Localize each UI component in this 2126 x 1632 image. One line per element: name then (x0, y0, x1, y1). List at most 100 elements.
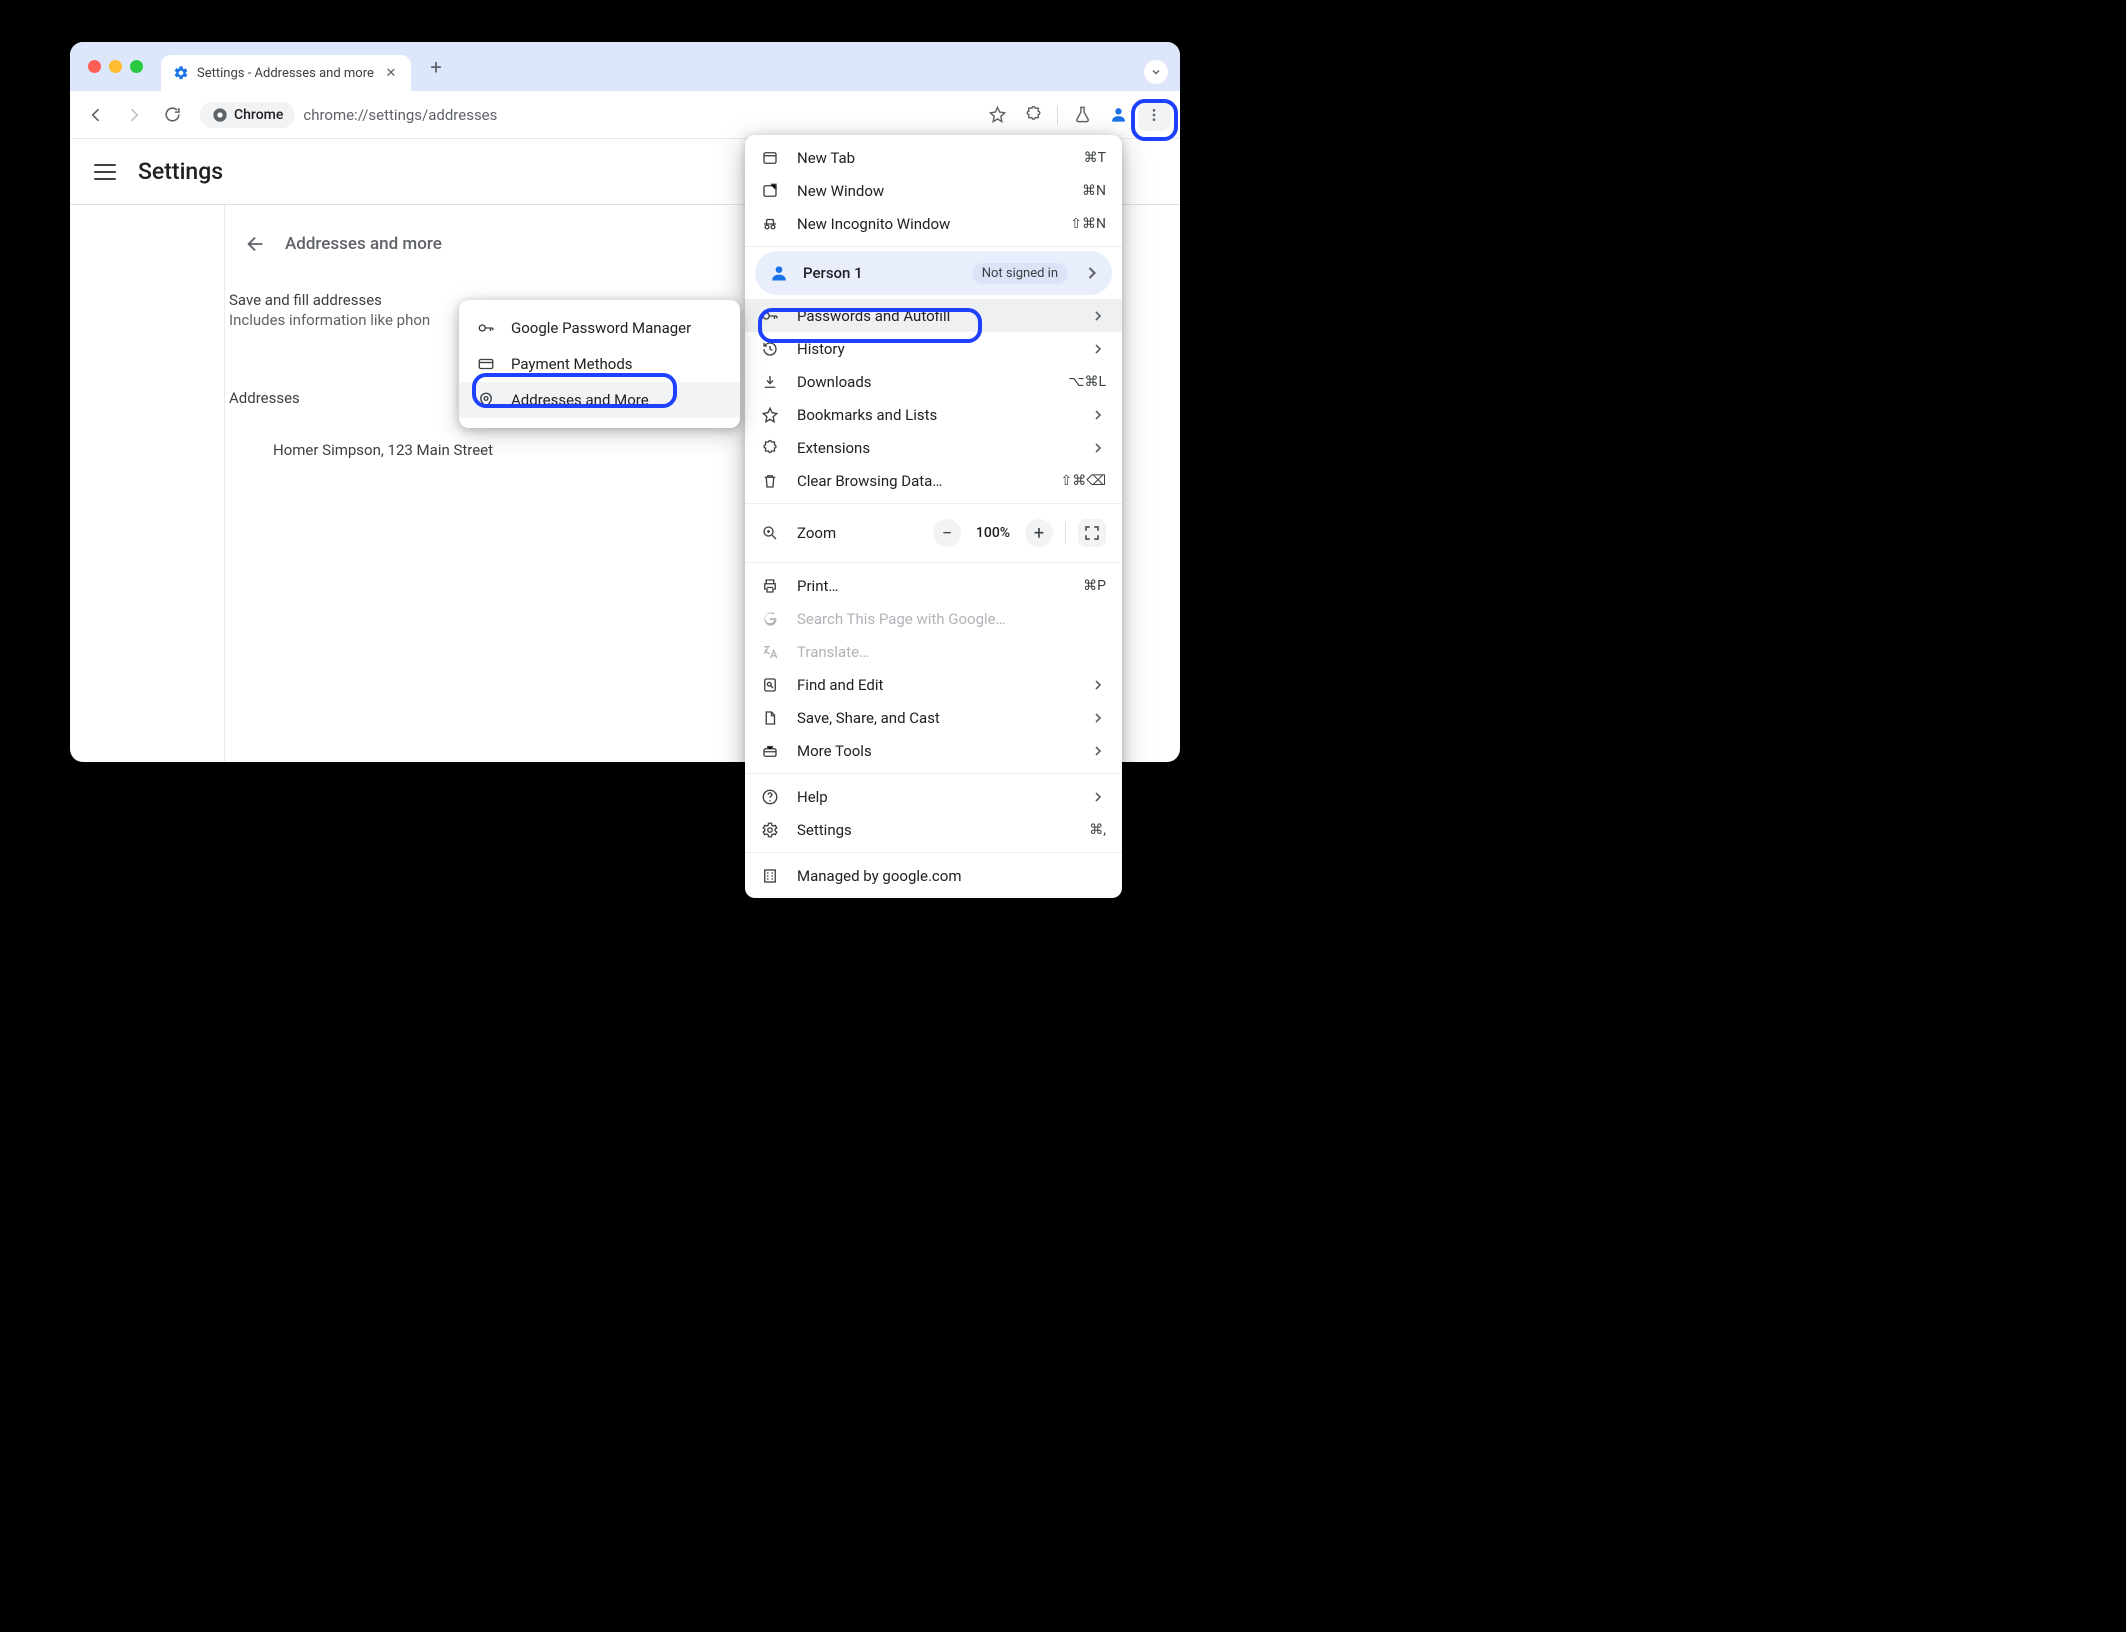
profile-name: Person 1 (803, 264, 958, 282)
star-icon (988, 105, 1007, 124)
arrow-back-icon[interactable] (245, 233, 267, 255)
help-icon (761, 788, 779, 806)
history-icon (761, 340, 779, 358)
gear-icon (761, 821, 779, 839)
chevron-right-icon (1090, 341, 1106, 357)
chevron-right-icon (1090, 677, 1106, 693)
settings-icon (173, 65, 189, 81)
menu-new-incognito[interactable]: New Incognito Window ⇧⌘N (745, 207, 1122, 240)
submenu-payment-methods[interactable]: Payment Methods (459, 346, 740, 382)
menu-help[interactable]: Help (745, 780, 1122, 813)
profile-button[interactable] (1102, 99, 1134, 131)
fullscreen-icon (1083, 524, 1101, 542)
reload-button[interactable] (156, 99, 188, 131)
menu-toggle-button[interactable] (94, 164, 116, 180)
puzzle-icon (1024, 105, 1043, 124)
menu-find-edit[interactable]: Find and Edit (745, 668, 1122, 701)
menu-extensions[interactable]: Extensions (745, 431, 1122, 464)
tab-strip: Settings - Addresses and more ✕ + (70, 42, 1180, 91)
print-icon (761, 577, 779, 595)
arrow-left-icon (86, 105, 106, 125)
menu-bookmarks[interactable]: Bookmarks and Lists (745, 398, 1122, 431)
chevron-right-icon (1082, 263, 1102, 283)
address-bar[interactable]: Chrome chrome://settings/addresses (200, 97, 969, 133)
maximize-window-button[interactable] (130, 60, 143, 73)
bookmark-button[interactable] (981, 99, 1013, 131)
menu-managed[interactable]: Managed by google.com (745, 859, 1122, 892)
zoom-out-button[interactable]: − (933, 519, 961, 547)
menu-settings[interactable]: Settings ⌘, (745, 813, 1122, 846)
passwords-autofill-submenu: Google Password Manager Payment Methods … (459, 300, 740, 428)
labs-button[interactable] (1066, 99, 1098, 131)
download-icon (761, 373, 779, 391)
key-icon (477, 319, 495, 337)
menu-shortcut: ⌘T (1084, 150, 1106, 166)
chevron-down-icon (1150, 66, 1162, 78)
menu-label: Settings (797, 821, 1071, 839)
menu-label: Find and Edit (797, 676, 1072, 694)
menu-label: Managed by google.com (797, 867, 1106, 885)
menu-shortcut: ⇧⌘⌫ (1060, 473, 1106, 489)
menu-zoom: Zoom − 100% + (745, 510, 1122, 556)
file-icon (761, 709, 779, 727)
chevron-right-icon (1090, 789, 1106, 805)
menu-shortcut: ⌘, (1089, 822, 1106, 838)
url-text: chrome://settings/addresses (303, 106, 497, 124)
chevron-right-icon (1090, 440, 1106, 456)
close-tab-button[interactable]: ✕ (383, 65, 399, 81)
submenu-label: Addresses and More (511, 391, 649, 409)
separator (1065, 522, 1066, 544)
chevron-right-icon (1090, 743, 1106, 759)
toolbox-icon (761, 742, 779, 760)
flask-icon (1073, 105, 1092, 124)
chevron-right-icon (1090, 308, 1106, 324)
menu-shortcut: ⌘P (1083, 578, 1106, 594)
menu-profile[interactable]: Person 1 Not signed in (755, 251, 1112, 295)
page-title: Settings (138, 158, 223, 185)
menu-label: Print… (797, 577, 1065, 595)
google-icon (761, 610, 779, 628)
arrow-right-icon (124, 105, 144, 125)
toolbar: Chrome chrome://settings/addresses (70, 91, 1180, 139)
menu-new-window[interactable]: New Window ⌘N (745, 174, 1122, 207)
menu-new-tab[interactable]: New Tab ⌘T (745, 141, 1122, 174)
menu-label: New Window (797, 182, 1064, 200)
dots-vertical-icon (1146, 107, 1162, 123)
forward-button[interactable] (118, 99, 150, 131)
submenu-password-manager[interactable]: Google Password Manager (459, 310, 740, 346)
chevron-right-icon (1090, 710, 1106, 726)
zoom-in-button[interactable]: + (1025, 519, 1053, 547)
back-button[interactable] (80, 99, 112, 131)
menu-label: Help (797, 788, 1072, 806)
profile-status: Not signed in (972, 263, 1068, 284)
menu-downloads[interactable]: Downloads ⌥⌘L (745, 365, 1122, 398)
close-window-button[interactable] (88, 60, 101, 73)
submenu-addresses[interactable]: Addresses and More (459, 382, 740, 418)
profile-icon (769, 263, 789, 283)
trash-icon (761, 472, 779, 490)
chevron-right-icon (1090, 407, 1106, 423)
menu-search-page: Search This Page with Google… (745, 602, 1122, 635)
menu-save-share[interactable]: Save, Share, and Cast (745, 701, 1122, 734)
menu-passwords-autofill[interactable]: Passwords and Autofill (745, 299, 1122, 332)
zoom-icon (761, 524, 779, 542)
reload-icon (163, 105, 182, 124)
minimize-window-button[interactable] (109, 60, 122, 73)
extensions-button[interactable] (1017, 99, 1049, 131)
key-icon (761, 307, 779, 325)
new-tab-button[interactable]: + (421, 52, 451, 82)
chrome-main-menu: New Tab ⌘T New Window ⌘N New Incognito W… (745, 135, 1122, 898)
menu-history[interactable]: History (745, 332, 1122, 365)
fullscreen-button[interactable] (1078, 519, 1106, 547)
menu-print[interactable]: Print… ⌘P (745, 569, 1122, 602)
menu-more-tools[interactable]: More Tools (745, 734, 1122, 767)
menu-shortcut: ⇧⌘N (1070, 216, 1106, 232)
profile-icon (1109, 105, 1128, 124)
translate-icon (761, 643, 779, 661)
new-window-icon (761, 182, 779, 200)
more-menu-button[interactable] (1138, 99, 1170, 131)
tabs-dropdown-button[interactable] (1144, 60, 1168, 84)
menu-clear-data[interactable]: Clear Browsing Data… ⇧⌘⌫ (745, 464, 1122, 497)
tab-title: Settings - Addresses and more (197, 66, 375, 81)
browser-tab[interactable]: Settings - Addresses and more ✕ (161, 55, 411, 91)
